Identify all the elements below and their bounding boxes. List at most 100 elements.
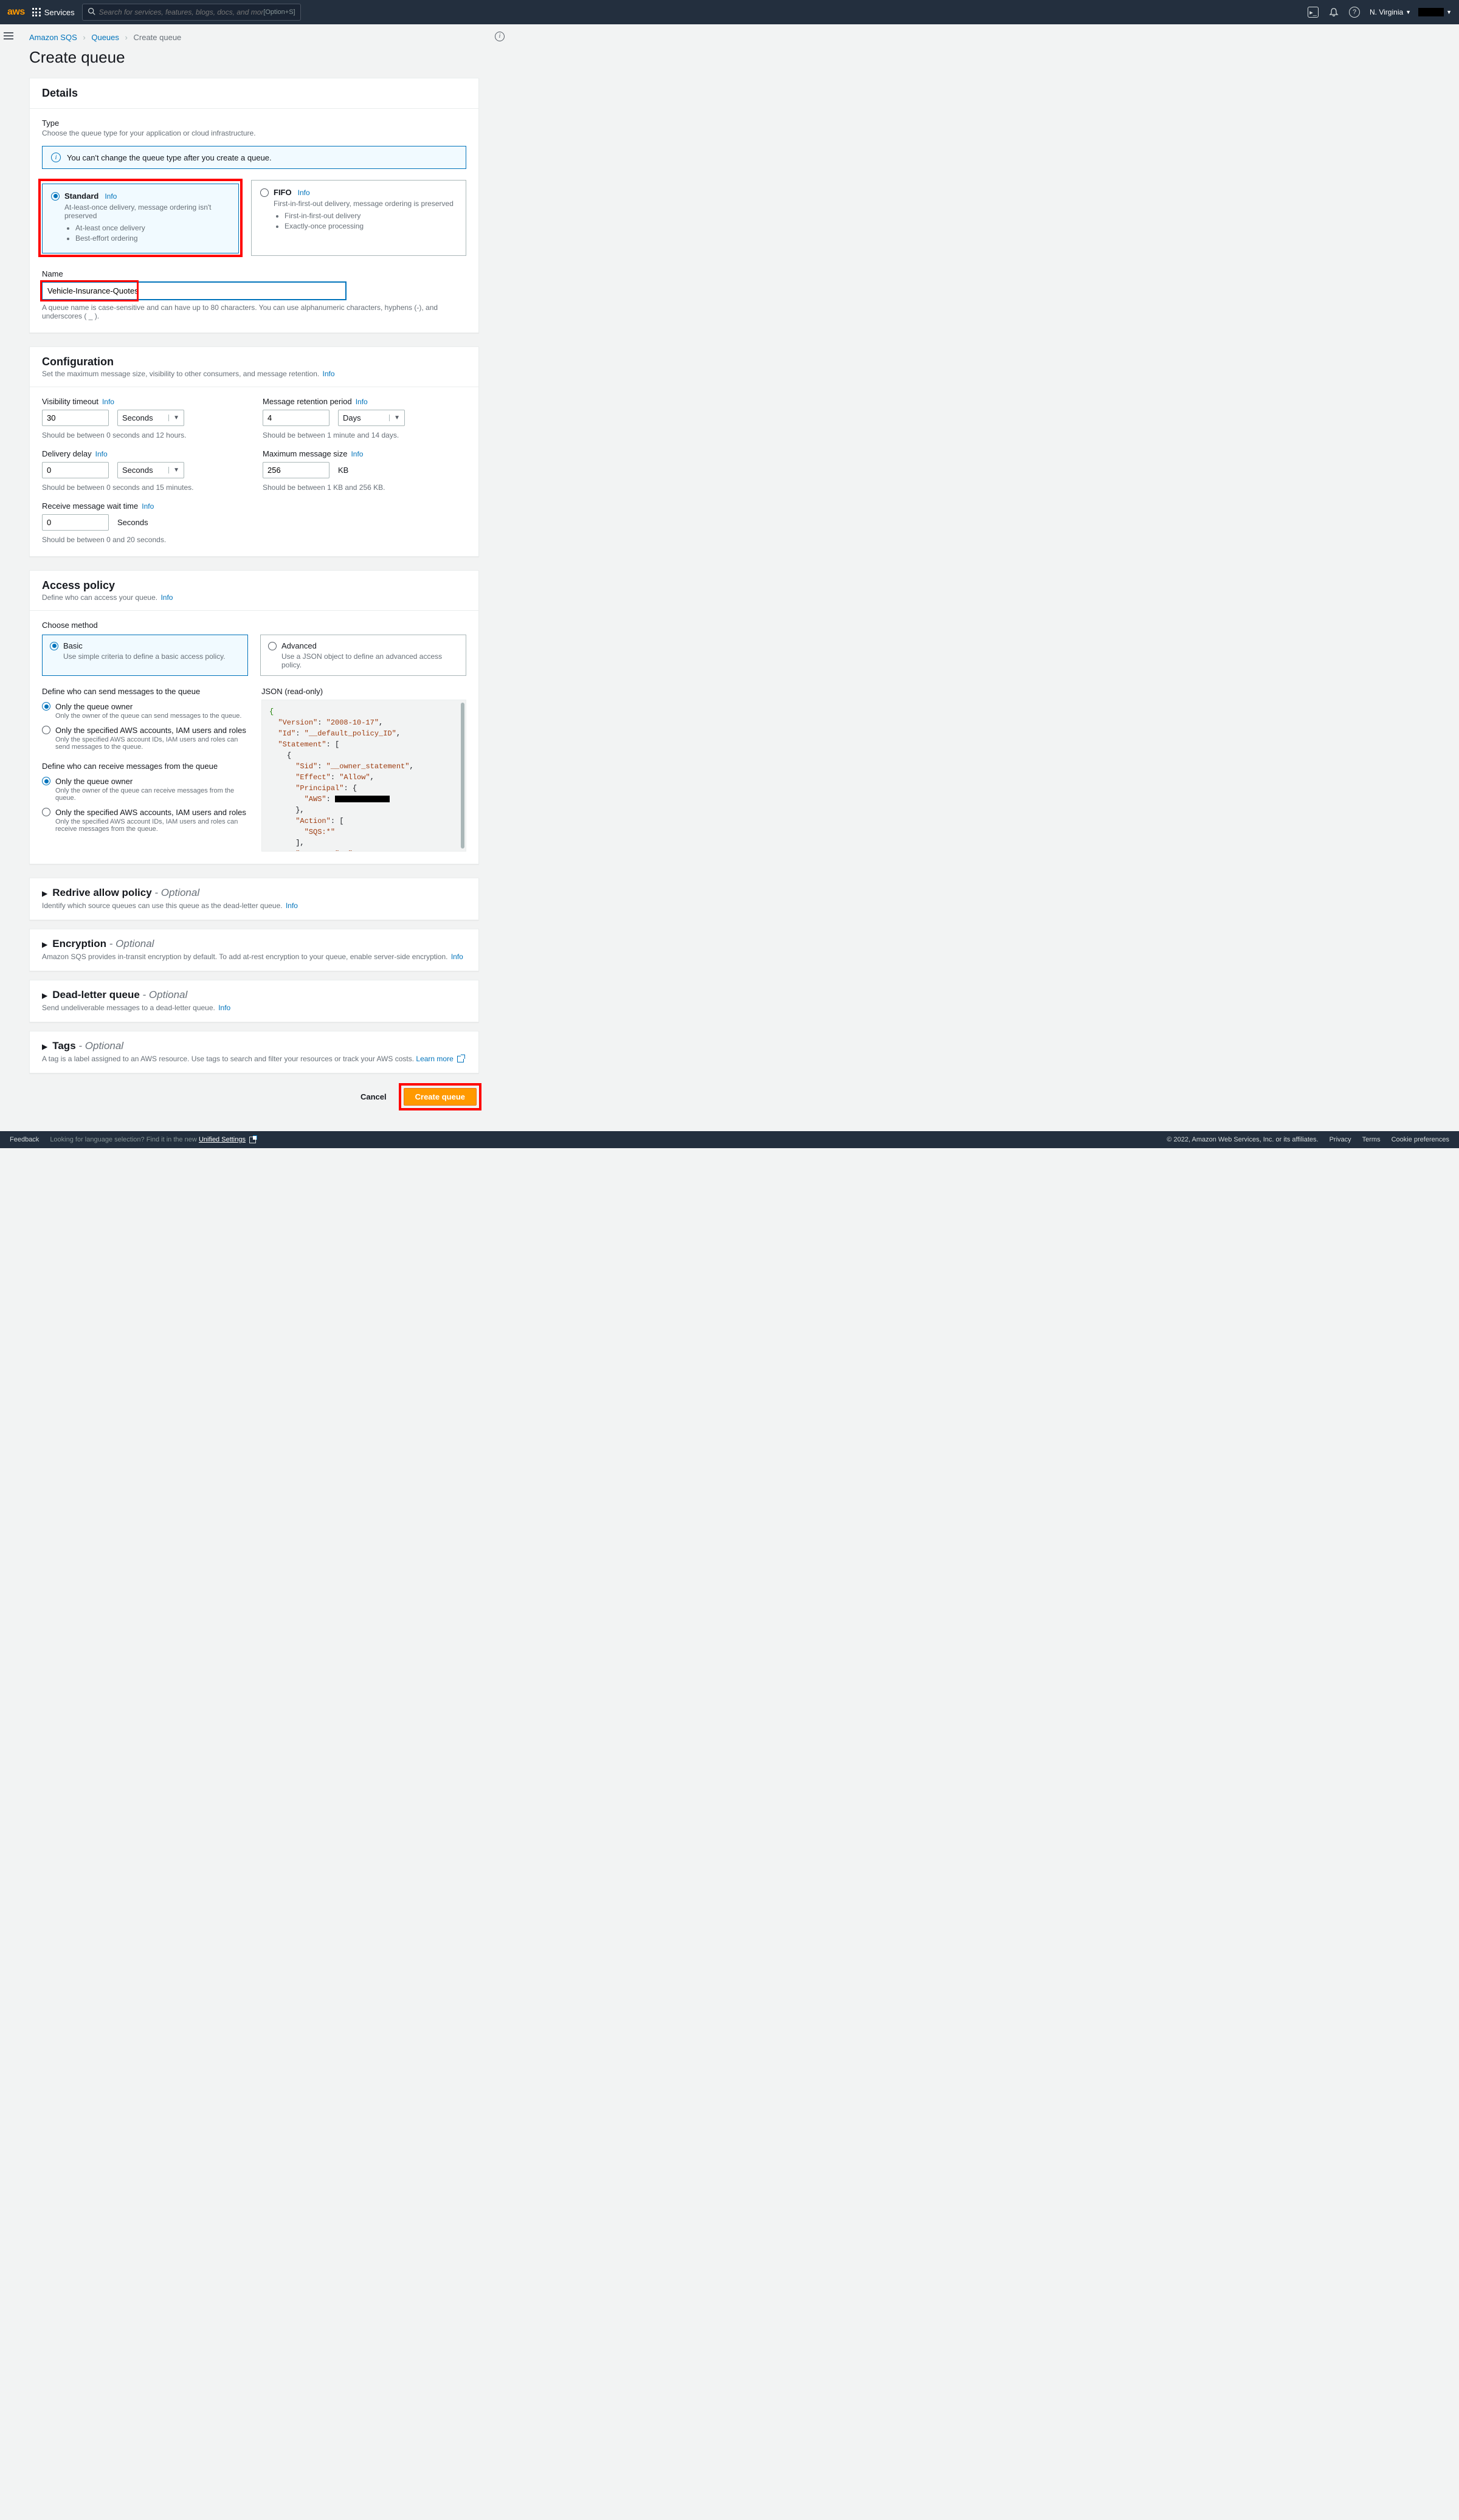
top-nav: aws Services [Option+S] ▸_ ? N. Virginia… (0, 0, 1459, 24)
terms-link[interactable]: Terms (1362, 1136, 1381, 1143)
config-heading: Configuration (42, 356, 466, 368)
info-link[interactable]: Info (142, 502, 154, 511)
privacy-link[interactable]: Privacy (1330, 1136, 1351, 1143)
right-panel-toggle[interactable]: i (491, 24, 508, 1131)
radio-receive-specified[interactable] (42, 808, 50, 816)
retention-period-input[interactable] (263, 410, 329, 426)
redrive-panel: ▶ Redrive allow policy - Optional Identi… (29, 878, 479, 920)
delivery-delay-input[interactable] (42, 462, 109, 478)
queue-name-input[interactable] (42, 282, 346, 300)
caret-down-icon: ▼ (168, 415, 179, 421)
create-queue-button[interactable]: Create queue (404, 1088, 477, 1106)
access-heading: Access policy (42, 579, 466, 592)
delivery-delay-unit[interactable]: Seconds▼ (117, 462, 184, 478)
dlq-panel: ▶ Dead-letter queue - Optional Send unde… (29, 980, 479, 1022)
encryption-toggle[interactable]: ▶ Encryption - Optional (42, 938, 466, 950)
fifo-title: FIFO (274, 188, 292, 197)
json-readonly-label: JSON (read-only) (261, 687, 466, 696)
encryption-panel: ▶ Encryption - Optional Amazon SQS provi… (29, 929, 479, 971)
radio-standard[interactable] (51, 192, 60, 201)
services-menu[interactable]: Services (32, 8, 75, 17)
help-icon[interactable]: ? (1349, 7, 1360, 18)
info-link[interactable]: Info (102, 398, 114, 406)
search-icon (88, 7, 95, 17)
account-menu[interactable]: ▼ (1418, 8, 1452, 16)
standard-highlight: Standard Info At-least-once delivery, me… (40, 180, 241, 256)
details-heading: Details (42, 87, 466, 100)
cancel-button[interactable]: Cancel (353, 1089, 394, 1105)
visibility-timeout-field: Visibility timeout Info Seconds▼ Should … (42, 397, 246, 439)
queue-type-standard[interactable]: Standard Info At-least-once delivery, me… (42, 184, 239, 253)
account-redacted (1418, 8, 1444, 16)
notifications-icon[interactable] (1328, 7, 1339, 18)
radio-send-owner[interactable] (42, 702, 50, 711)
region-selector[interactable]: N. Virginia ▼ (1370, 8, 1411, 16)
redrive-toggle[interactable]: ▶ Redrive allow policy - Optional (42, 887, 466, 899)
caret-down-icon: ▼ (1406, 9, 1411, 15)
aws-logo[interactable]: aws (7, 7, 25, 18)
retention-period-unit[interactable]: Days▼ (338, 410, 405, 426)
access-desc: Define who can access your queue. Info (42, 593, 466, 602)
radio-send-specified[interactable] (42, 726, 50, 734)
breadcrumb-sqs[interactable]: Amazon SQS (29, 33, 77, 42)
caret-down-icon: ▼ (168, 467, 179, 473)
method-basic[interactable]: Basic Use simple criteria to define a ba… (42, 635, 248, 676)
receive-wait-time-input[interactable] (42, 514, 109, 531)
scrollbar[interactable] (461, 703, 464, 849)
receive-owner-option[interactable]: Only the queue ownerOnly the owner of th… (42, 777, 247, 802)
external-link-icon (457, 1056, 464, 1062)
info-link[interactable]: Info (351, 450, 363, 458)
name-label: Name (42, 269, 466, 278)
details-panel: Details Type Choose the queue type for y… (29, 78, 479, 333)
tags-toggle[interactable]: ▶ Tags - Optional (42, 1040, 466, 1052)
config-desc: Set the maximum message size, visibility… (42, 370, 466, 378)
choose-method-label: Choose method (42, 621, 466, 630)
receive-wait-time-field: Receive message wait time Info Seconds S… (42, 501, 246, 544)
max-message-size-input[interactable] (263, 462, 329, 478)
unified-settings-link[interactable]: Unified Settings (199, 1136, 246, 1143)
info-icon: i (51, 153, 61, 162)
action-row: Cancel Create queue (29, 1082, 479, 1113)
left-panel-toggle[interactable] (0, 24, 17, 1131)
radio-fifo[interactable] (260, 188, 269, 197)
radio-basic[interactable] (50, 642, 58, 650)
info-link[interactable]: Info (286, 901, 298, 910)
info-link[interactable]: Info (451, 952, 463, 961)
send-specified-option[interactable]: Only the specified AWS accounts, IAM use… (42, 726, 247, 751)
feedback-link[interactable]: Feedback (10, 1136, 39, 1143)
cookie-link[interactable]: Cookie preferences (1392, 1136, 1449, 1143)
breadcrumb-current: Create queue (134, 33, 182, 42)
standard-info-link[interactable]: Info (105, 192, 117, 201)
radio-receive-owner[interactable] (42, 777, 50, 785)
hamburger-icon (4, 30, 13, 41)
lang-text: Looking for language selection? Find it … (50, 1136, 256, 1143)
access-options-column: Define who can send messages to the queu… (42, 687, 247, 852)
json-readonly-box: { "Version": "2008-10-17", "Id": "__defa… (261, 700, 466, 852)
retention-period-field: Message retention period Info Days▼ Shou… (263, 397, 466, 439)
configuration-panel: Configuration Set the maximum message si… (29, 346, 479, 557)
radio-advanced[interactable] (268, 642, 277, 650)
info-link[interactable]: Info (218, 1004, 230, 1012)
info-link[interactable]: Info (356, 398, 368, 406)
search-input[interactable] (99, 8, 264, 16)
method-advanced[interactable]: Advanced Use a JSON object to define an … (260, 635, 466, 676)
cloudshell-icon[interactable]: ▸_ (1308, 7, 1319, 18)
search-shortcut: [Option+S] (263, 9, 295, 16)
visibility-timeout-input[interactable] (42, 410, 109, 426)
info-link[interactable]: Info (95, 450, 108, 458)
visibility-timeout-unit[interactable]: Seconds▼ (117, 410, 184, 426)
fifo-bullet: Exactly-once processing (285, 222, 457, 230)
caret-right-icon: ▶ (42, 940, 47, 949)
config-info-link[interactable]: Info (323, 370, 335, 378)
fifo-info-link[interactable]: Info (298, 188, 310, 197)
search-box[interactable]: [Option+S] (82, 4, 301, 21)
chevron-right-icon: › (83, 33, 85, 42)
queue-type-fifo[interactable]: FIFO Info First-in-first-out delivery, m… (251, 180, 466, 256)
learn-more-link[interactable]: Learn more (416, 1055, 453, 1063)
receive-specified-option[interactable]: Only the specified AWS accounts, IAM use… (42, 808, 247, 833)
dlq-toggle[interactable]: ▶ Dead-letter queue - Optional (42, 989, 466, 1001)
access-info-link[interactable]: Info (160, 593, 173, 602)
receive-header: Define who can receive messages from the… (42, 762, 247, 771)
send-owner-option[interactable]: Only the queue ownerOnly the owner of th… (42, 702, 247, 720)
breadcrumb-queues[interactable]: Queues (91, 33, 119, 42)
